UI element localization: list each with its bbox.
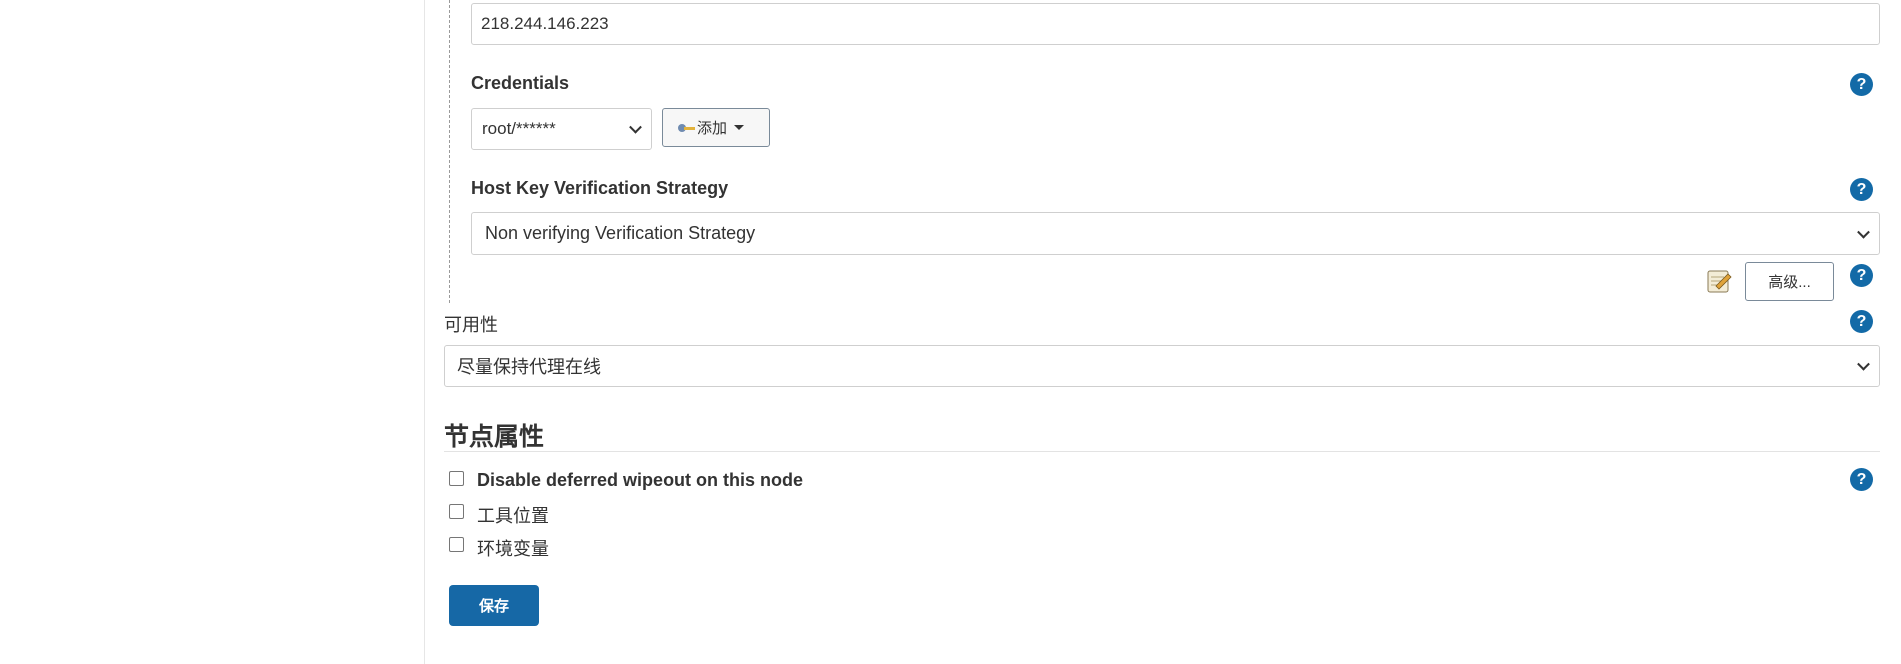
tool-locations-label: 工具位置 bbox=[477, 506, 549, 526]
sidebar-divider bbox=[424, 0, 425, 664]
host-key-strategy-selected-value: Non verifying Verification Strategy bbox=[485, 223, 756, 243]
environment-variables-checkbox[interactable] bbox=[449, 537, 464, 552]
disable-wipeout-checkbox[interactable] bbox=[449, 471, 464, 486]
host-key-strategy-label: Host Key Verification Strategy bbox=[471, 178, 729, 198]
host-key-strategy-select[interactable]: Non verifying Verification Strategy bbox=[471, 212, 1880, 255]
save-button[interactable]: 保存 bbox=[449, 585, 539, 626]
disable-wipeout-label: Disable deferred wipeout on this node bbox=[477, 470, 804, 490]
node-properties-title: 节点属性 bbox=[444, 423, 545, 451]
caret-down-icon bbox=[734, 125, 745, 130]
host-input[interactable] bbox=[471, 3, 1880, 45]
add-credentials-button[interactable]: 添加 bbox=[662, 108, 770, 147]
availability-help-icon[interactable]: ? bbox=[1850, 310, 1873, 333]
availability-select[interactable]: 尽量保持代理在线 bbox=[444, 345, 1880, 387]
disable-wipeout-help-icon[interactable]: ? bbox=[1850, 468, 1873, 491]
credentials-selected-value: root/****** bbox=[482, 119, 556, 138]
add-credentials-label: 添加 bbox=[697, 120, 728, 137]
advanced-help-icon[interactable]: ? bbox=[1850, 264, 1873, 287]
chevron-down-icon bbox=[1857, 357, 1870, 371]
chevron-down-icon bbox=[1857, 225, 1870, 239]
notepad-icon bbox=[1707, 270, 1732, 293]
credentials-label: Credentials bbox=[471, 73, 570, 93]
section-divider bbox=[444, 451, 1880, 452]
credentials-select[interactable]: root/****** bbox=[471, 108, 652, 150]
nested-config-indent-line bbox=[449, 0, 450, 303]
availability-selected-value: 尽量保持代理在线 bbox=[457, 357, 601, 377]
availability-label: 可用性 bbox=[444, 315, 498, 335]
key-icon bbox=[678, 123, 696, 133]
tool-locations-checkbox[interactable] bbox=[449, 504, 464, 519]
host-key-strategy-help-icon[interactable]: ? bbox=[1850, 178, 1873, 201]
advanced-button[interactable]: 高级... bbox=[1745, 262, 1834, 301]
environment-variables-label: 环境变量 bbox=[477, 539, 549, 559]
credentials-help-icon[interactable]: ? bbox=[1850, 73, 1873, 96]
chevron-down-icon bbox=[629, 120, 642, 134]
